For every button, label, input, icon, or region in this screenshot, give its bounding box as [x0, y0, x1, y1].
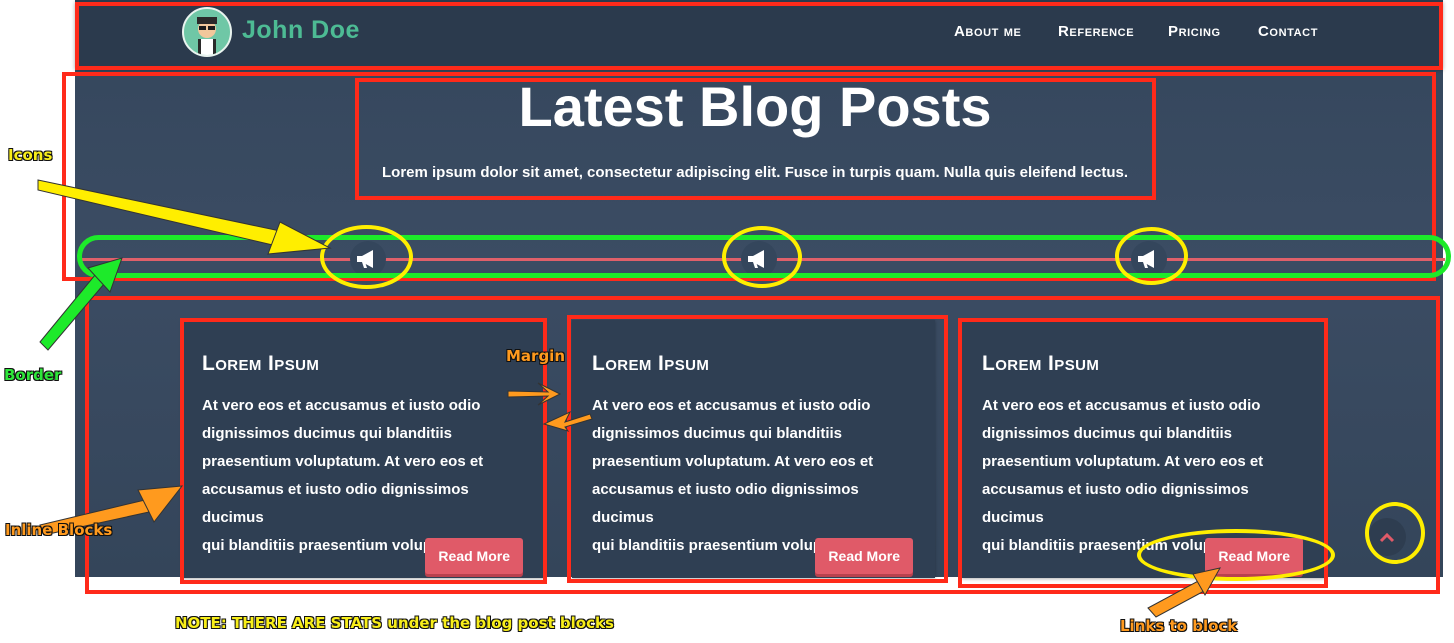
annotation-card-box: [180, 318, 547, 584]
annotation-icon-ring: [722, 226, 802, 288]
annotation-back-to-top-ring: [1365, 502, 1425, 564]
annotation-note: NOTE: THERE ARE STATS under the blog pos…: [175, 614, 614, 632]
annotation-read-more-ring: [1137, 529, 1335, 581]
annotation-icon-ring: [320, 225, 413, 289]
annotation-navbar-box: [75, 2, 1443, 70]
annotation-card-box: [567, 315, 948, 583]
annotation-icon-ring: [1115, 227, 1188, 285]
annotation-label-links: Links to block: [1120, 617, 1238, 635]
annotation-label-inline-blocks: Inline Blocks: [5, 521, 113, 539]
annotation-title-box: [355, 78, 1156, 200]
annotation-label-border: Border: [4, 366, 62, 384]
annotation-label-margin: Margin: [506, 347, 566, 365]
annotation-label-icons: Icons: [8, 146, 53, 164]
